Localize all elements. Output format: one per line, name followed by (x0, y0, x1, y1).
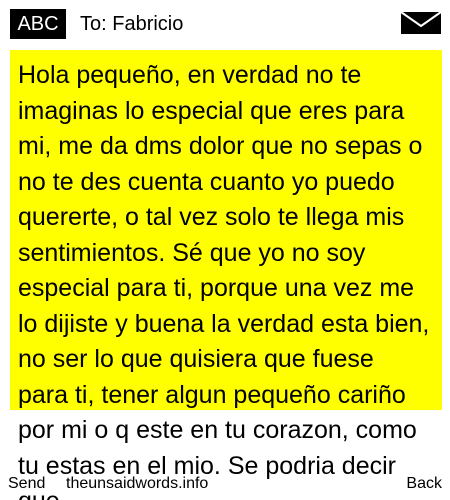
recipient-field[interactable]: To: Fabricio (80, 9, 183, 39)
message-body-area[interactable]: Hola pequeño, en verdad no te imaginas l… (10, 50, 442, 500)
message-header: ABC To: Fabricio (0, 0, 450, 46)
back-softkey[interactable]: Back (406, 474, 442, 494)
message-text[interactable]: Hola pequeño, en verdad no te imaginas l… (18, 58, 430, 500)
send-softkey[interactable]: Send (8, 474, 45, 494)
input-mode-badge[interactable]: ABC (10, 9, 66, 39)
envelope-icon (400, 11, 442, 34)
site-watermark: theunsaidwords.info (66, 475, 209, 492)
softkey-bar: Send theunsaidwords.info Back (0, 474, 450, 500)
